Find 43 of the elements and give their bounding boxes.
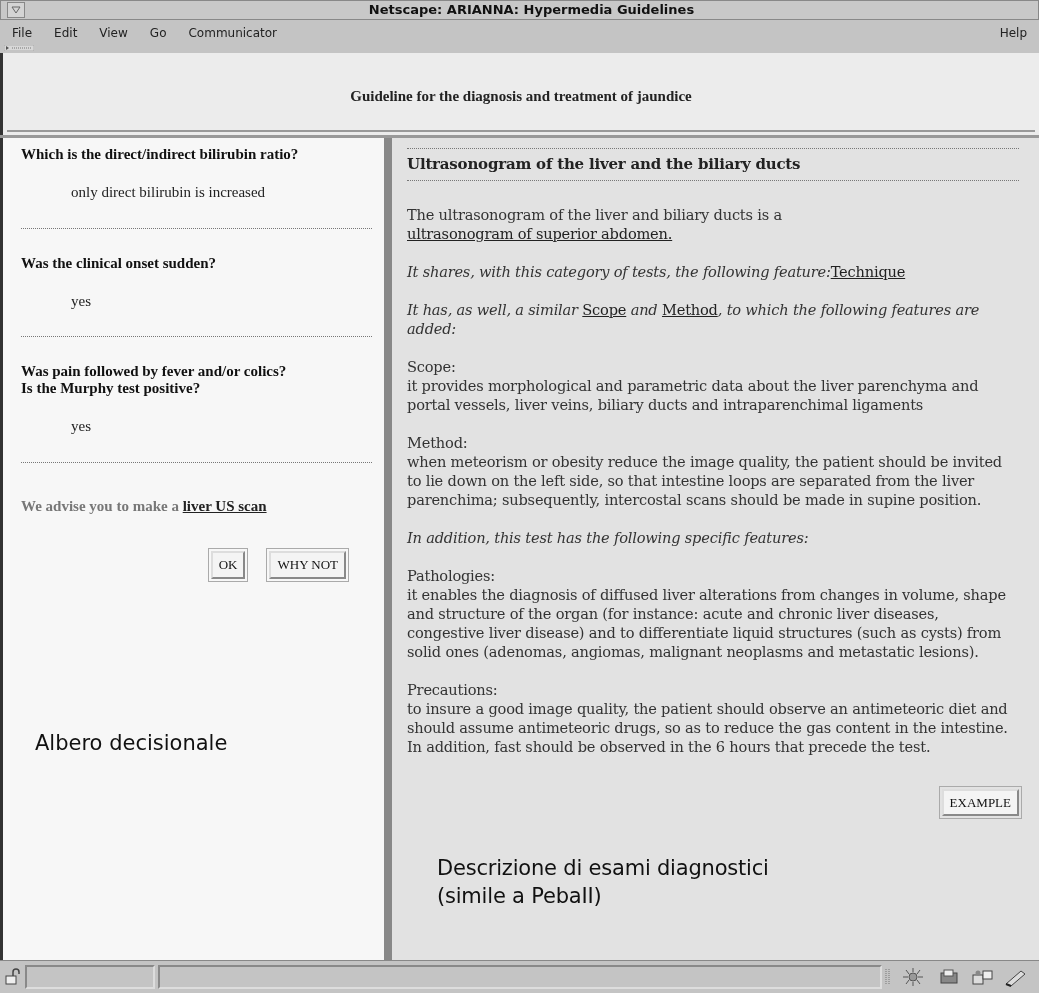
question-text: Which is the direct/indirect bilirubin ratio? [21,146,300,163]
answer-button[interactable]: WHY NOT [269,551,346,579]
text-link[interactable]: Scope [582,301,627,318]
page-heading: Guideline for the diagnosis and treatment of jaundice [350,87,692,106]
section-body: it provides morphological and parametric data about the liver parenchyma and portal vessels, liver veins, biliary ducts and intraparenchimal ligaments [407,376,980,414]
liver-scan-link[interactable]: liver US scan [182,497,267,514]
grip-icon [885,968,891,986]
paragraph: It has, as well, a similar Scope and Method, to which the following features are added: [407,300,981,338]
toolbar-grip-icon[interactable] [4,45,34,51]
navigator-icon[interactable] [900,967,926,987]
paragraph: The ultrasonogram of the liver and biliary ducts is a ultrasonogram of superior abdomen. [407,205,783,243]
section-heading: Method: [407,433,469,452]
section-heading: Precautions: [407,680,499,699]
text-link[interactable]: Technique [830,263,906,280]
question-text: Was pain followed by fever and/or colics? Is the Murphy test positive? [21,363,288,397]
section-body: to insure a good image quality, the patient should observe an antimeteoric diet and should assume antimeteoric drugs, so as to reduce the gas content in the intestine. In addition, fast should be observed in the 6 hours that precede the test. [407,699,1009,756]
lock-icon[interactable] [4,968,22,986]
window-menu-icon[interactable] [7,2,25,18]
annotation-text: Descrizione di esami diagnostici (simile a PebaII) [436,855,770,910]
menu-item[interactable]: Help [999,23,1027,42]
answer-text: yes [70,417,92,436]
section-body: when meteorism or obesity reduce the image quality, the patient should be invited to lie down on the left side, so that intestine loops are separated from the liver parenchima; subsequently, intercostal scans should be made in supine position. [407,452,1003,509]
text-link[interactable]: ultrasonogram of superior abdomen. [407,225,673,242]
annotation-text: Albero decisionale [34,729,229,757]
section-heading: Pathologies: [407,566,497,585]
section-title: Ultrasonogram of the liver and the biliary ducts [407,148,1019,181]
section-body: it enables the diagnosis of diffused liver alterations from changes in volume, shape and structure of the organ (for instance: acute and chronic liver diseases, congestive liver disease) and to differentiate liquid structures (such as cysts) from solid ones (adenomas, angiomas, malignant neoplasms and metastatic lesions). [407,585,1007,661]
advice-text: We advise you to make a liver US scan [21,496,268,516]
question-text: Was the clinical onset sudden? [21,254,218,272]
paragraph: In addition, this test has the following specific features: [407,528,810,547]
menu-item[interactable]: View [99,23,128,42]
menu-item[interactable]: File [12,23,33,42]
answer-text: yes [70,291,92,311]
answer-text: only direct bilirubin is increased [70,183,267,202]
section-heading: Scope: [407,357,457,376]
paragraph: It shares, with this category of tests, the following feature:Technique [407,262,907,281]
menu-item[interactable]: Edit [54,23,78,42]
answer-button[interactable]: OK [210,551,246,579]
window-title: Netscape: ARIANNA: Hypermedia Guidelines [367,1,696,20]
text-link[interactable]: Method [661,301,718,318]
menu-item[interactable]: Go [149,23,167,42]
example-button[interactable]: EXAMPLE [941,789,1019,816]
menu-item[interactable]: Communicator [188,23,278,42]
